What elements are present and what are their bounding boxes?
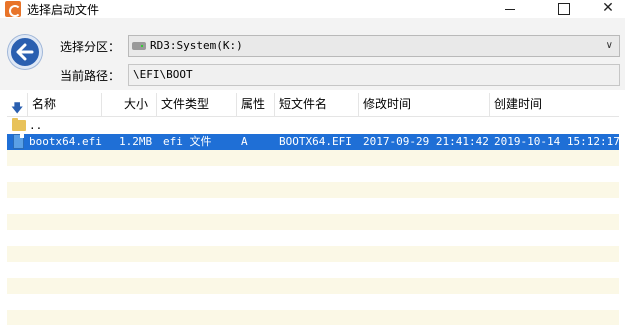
file-list[interactable]: 🡇 名称 大小 文件类型 属性 短文件名 修改时间 创建时间 .. bootx6… (7, 93, 619, 325)
column-header-type[interactable]: 文件类型 (157, 93, 237, 117)
empty-row (7, 166, 619, 182)
empty-row (7, 198, 619, 214)
minimize-button[interactable] (487, 0, 533, 18)
empty-row (7, 278, 619, 294)
empty-row (7, 150, 619, 166)
file-icon (13, 134, 24, 149)
partition-select[interactable]: RD3:System(K:) ∨ (128, 35, 620, 57)
file-name: bootx64.efi (29, 135, 102, 148)
sort-column-header[interactable]: 🡇 (7, 93, 28, 117)
file-modified-time: 2017-09-29 21:41:42 (363, 135, 489, 148)
file-name: .. (29, 119, 43, 132)
empty-row (7, 230, 619, 246)
list-item-file[interactable]: bootx64.efi 1.2MB efi 文件 A BOOTX64.EFI 2… (7, 134, 619, 150)
list-header: 🡇 名称 大小 文件类型 属性 短文件名 修改时间 创建时间 (7, 93, 619, 117)
column-header-created[interactable]: 创建时间 (490, 93, 619, 117)
app-logo-icon (5, 1, 21, 17)
window-title: 选择启动文件 (27, 3, 100, 17)
partition-value: RD3:System(K:) (150, 39, 243, 52)
path-toolbar: 选择分区： RD3:System(K:) ∨ 当前路径： \EFI\BOOT (0, 18, 625, 90)
close-button[interactable]: ✕ (585, 0, 625, 18)
title-bar: 选择启动文件 ✕ (0, 0, 625, 18)
back-arrow-icon (16, 43, 34, 61)
column-header-size[interactable]: 大小 (102, 93, 157, 117)
list-item-parent-folder[interactable]: .. (7, 118, 619, 134)
current-path-value: \EFI\BOOT (133, 68, 193, 81)
partition-label: 选择分区： (60, 40, 121, 54)
empty-row (7, 182, 619, 198)
empty-row (7, 214, 619, 230)
chevron-down-icon[interactable]: ∨ (606, 40, 613, 51)
column-header-short-name[interactable]: 短文件名 (275, 93, 359, 117)
empty-row (7, 246, 619, 262)
maximize-button[interactable] (540, 0, 586, 18)
file-short-name: BOOTX64.EFI (279, 135, 352, 148)
empty-row (7, 262, 619, 278)
back-button[interactable] (8, 35, 42, 69)
column-header-name[interactable]: 名称 (28, 93, 102, 117)
sort-down-arrow-icon: 🡇 (11, 101, 24, 115)
file-attribute: A (241, 135, 248, 148)
file-size: 1.2MB (119, 135, 153, 148)
column-header-attr[interactable]: 属性 (237, 93, 275, 117)
file-type: efi 文件 (163, 135, 212, 148)
drive-icon (132, 42, 146, 50)
file-created-time: 2019-10-14 15:12:17 (494, 135, 619, 148)
folder-icon (12, 118, 26, 131)
current-path-field: \EFI\BOOT (128, 64, 620, 86)
empty-row (7, 310, 619, 325)
path-label: 当前路径： (60, 69, 121, 83)
column-header-modified[interactable]: 修改时间 (359, 93, 490, 117)
empty-row (7, 294, 619, 310)
